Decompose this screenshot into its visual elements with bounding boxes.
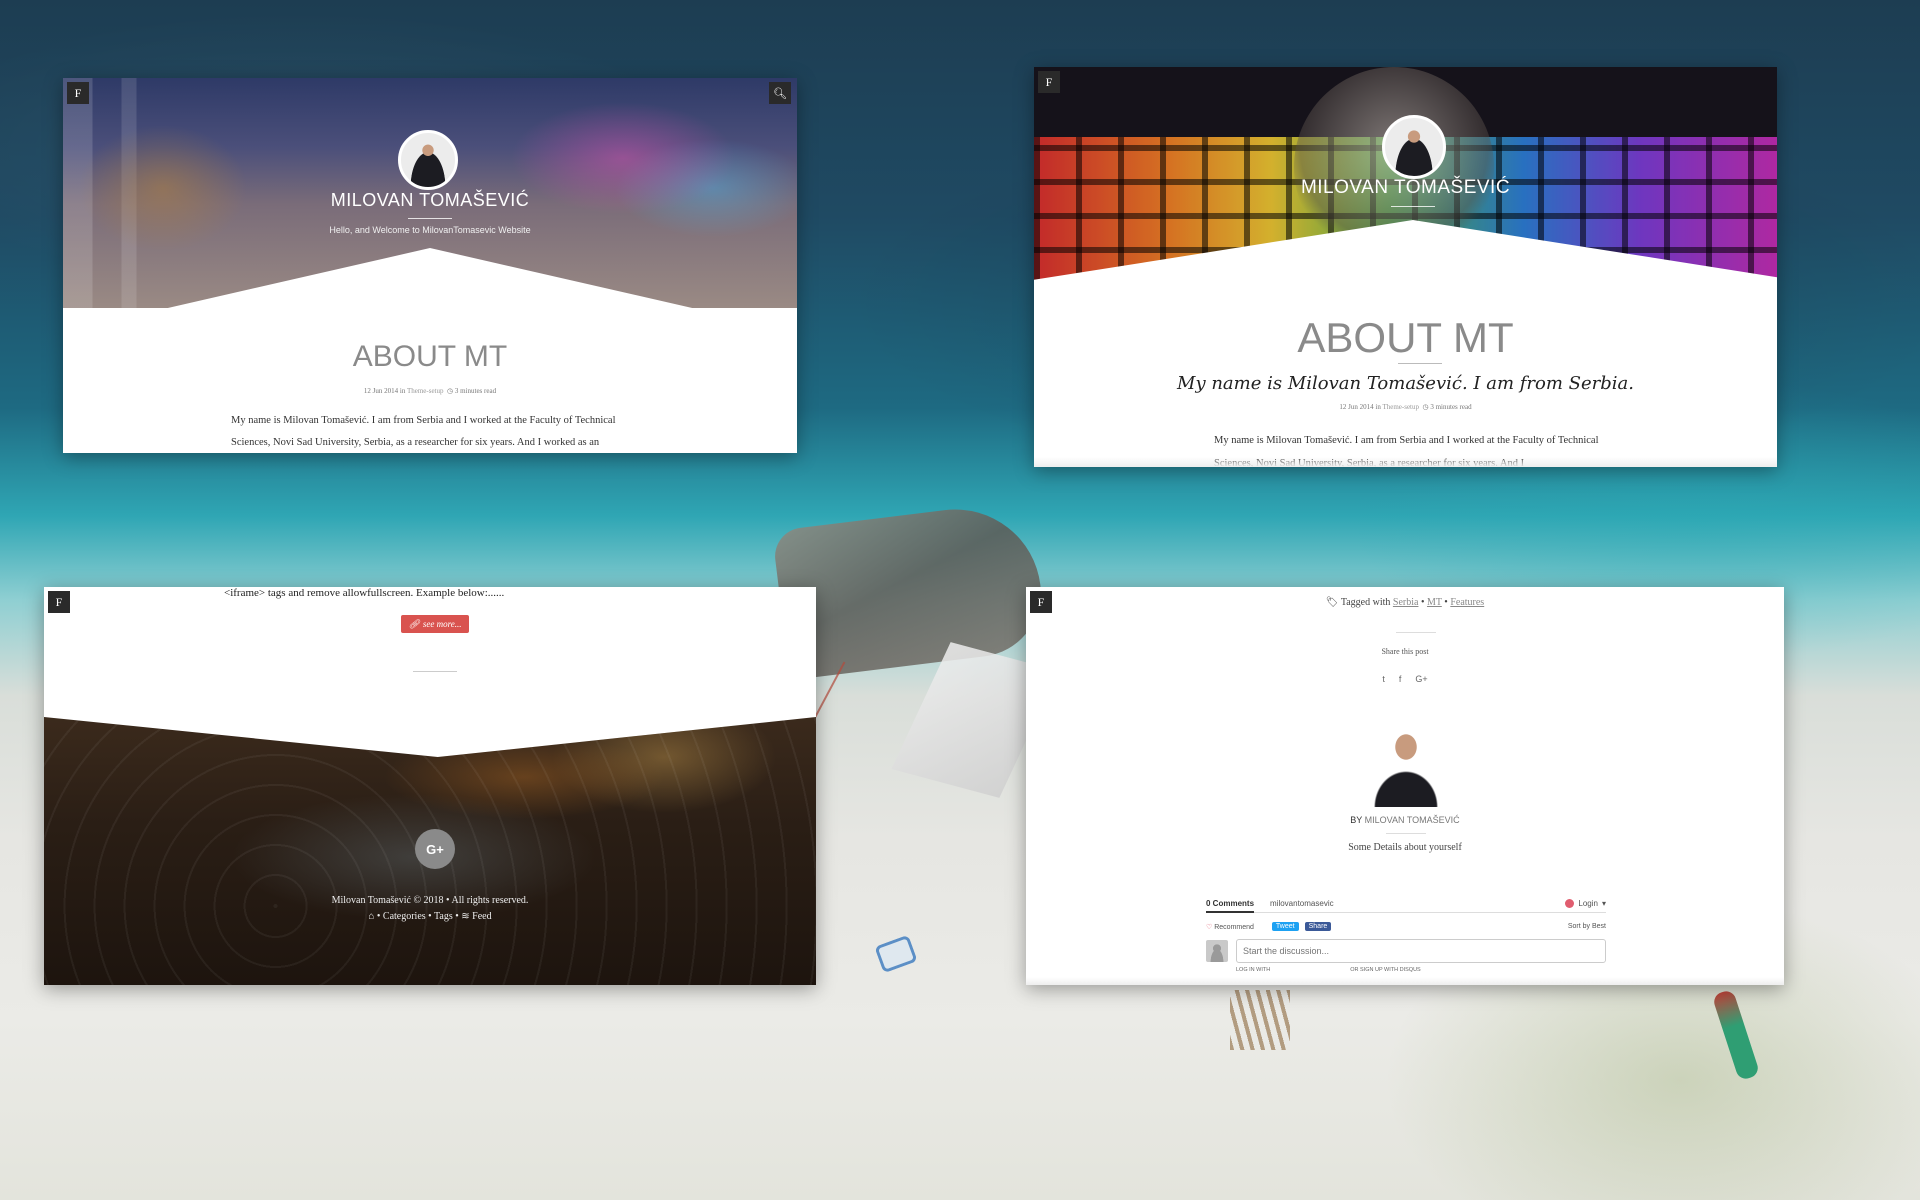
chevron-down-icon: ▾ — [1601, 899, 1606, 908]
comment-input[interactable] — [1236, 939, 1606, 963]
author-photo — [1373, 727, 1439, 807]
tag-features[interactable]: Features — [1450, 597, 1484, 608]
clock-icon: ◷ — [447, 387, 454, 395]
facebook-share-button[interactable]: Share — [1304, 922, 1332, 931]
tag-icon: 🏷︎ — [1325, 597, 1339, 608]
post-subtitle: My name is Milovan Tomašević. I am from … — [1177, 373, 1634, 394]
clock-icon: ◷ — [1422, 403, 1429, 411]
disqus-icon — [1565, 899, 1575, 908]
recommend-label: Recommend — [1214, 923, 1254, 931]
see-more-label: see more... — [422, 619, 462, 629]
site-title[interactable]: MILOVAN TOMAŠEVIĆ — [63, 190, 797, 211]
home-icon[interactable]: ⌂ — [368, 911, 374, 922]
user-avatar-icon — [1206, 940, 1228, 962]
screenshot-about-header: F 🔍︎ MILOVAN TOMAŠEVIĆ Hello, and Welcom… — [63, 78, 797, 453]
separator: • — [1420, 597, 1425, 608]
log-in-with-label: LOG IN WITH — [1236, 967, 1271, 973]
share-label: Share this post — [1381, 647, 1429, 656]
site-subtitle: Hello, and Welcome to MilovanTomasevic W… — [329, 225, 531, 235]
divider — [1386, 833, 1426, 834]
comment-composer — [1206, 939, 1606, 963]
background-logs — [1230, 990, 1290, 1050]
screenshot-post-end: F 🏷︎ Tagged with Serbia • MT • Features … — [1026, 587, 1784, 985]
post-meta: 12 Jun 2014 in Theme-setup ◷ 3 minutes r… — [63, 387, 797, 395]
disqus-site-name[interactable]: milovantomasevic — [1270, 899, 1334, 908]
disqus-comments: 0 Comments milovantomasevic Login ▾ ♡ Re… — [1206, 899, 1606, 973]
post-paragraph: My name is Milovan Tomašević. I am from … — [231, 415, 616, 448]
tags-line: 🏷︎ Tagged with Serbia • MT • Features — [1026, 597, 1784, 608]
separator: • — [455, 911, 459, 922]
login-label: Login — [1578, 899, 1598, 908]
section-divider — [413, 671, 457, 672]
title-divider — [408, 218, 452, 219]
tag-mt[interactable]: MT — [1427, 597, 1442, 608]
avatar — [398, 130, 458, 190]
heart-icon: ♡ — [1206, 923, 1213, 931]
post-date: 12 Jun 2014 in — [363, 387, 406, 395]
f-badge: F — [1030, 591, 1052, 613]
google-plus-icon[interactable]: G+ — [1415, 674, 1427, 684]
separator: • — [376, 911, 381, 922]
f-badge: F — [67, 82, 89, 104]
author-name[interactable]: MILOVAN TOMAŠEVIĆ — [1365, 815, 1460, 825]
read-time: 3 minutes read — [454, 387, 497, 395]
footer-link-tags[interactable]: Tags — [434, 911, 453, 922]
author-byline: BY MILOVAN TOMAŠEVIĆ — [1026, 815, 1784, 825]
footer-link-categories[interactable]: Categories — [383, 911, 426, 922]
site-title[interactable]: MILOVAN TOMAŠEVIĆ — [1034, 177, 1777, 199]
avatar — [1382, 115, 1446, 179]
share-buttons: t f G+ — [1026, 674, 1784, 684]
rss-icon: ≋ — [461, 911, 470, 922]
page-title-divider — [1398, 363, 1442, 364]
disqus-login-options: LOG IN WITH OR SIGN UP WITH DISQUS — [1206, 967, 1606, 973]
sign-up-disqus-link[interactable]: OR SIGN UP WITH DISQUS — [1350, 967, 1421, 973]
comments-count-tab[interactable]: 0 Comments — [1206, 899, 1255, 913]
post-category[interactable]: Theme-setup — [1382, 403, 1419, 411]
by-label: BY — [1350, 815, 1363, 825]
see-more-button[interactable]: 🔗︎ see more... — [401, 615, 469, 633]
copyright-text: Milovan Tomašević © 2018 • All rights re… — [331, 895, 529, 906]
screenshot-footer: F <iframe> tags and remove allowfullscre… — [44, 587, 816, 985]
disqus-header: 0 Comments milovantomasevic Login ▾ — [1206, 899, 1606, 913]
bottom-fade — [1034, 457, 1777, 467]
search-icon[interactable]: 🔍︎ — [769, 82, 791, 104]
post-date: 12 Jun 2014 in — [1339, 403, 1381, 411]
google-plus-button[interactable]: G+ — [415, 829, 455, 869]
page-title: ABOUT MT — [352, 340, 508, 373]
sort-dropdown[interactable]: Sort by Best — [1568, 923, 1606, 930]
facebook-icon[interactable]: f — [1399, 674, 1402, 684]
recommend-button[interactable]: ♡ Recommend — [1206, 923, 1254, 931]
f-badge: F — [48, 591, 70, 613]
screenshot-about-subtitle: F MILOVAN TOMAŠEVIĆ ABOUT MT My name is … — [1034, 67, 1777, 467]
footer-link-feed[interactable]: Feed — [472, 911, 491, 922]
separator: • — [1444, 597, 1448, 608]
twitter-icon[interactable]: t — [1382, 674, 1385, 684]
page-title: ABOUT MT — [1297, 314, 1514, 361]
tweet-button[interactable]: Tweet — [1271, 922, 1299, 931]
footer-links: ⌂ • Categories • Tags • ≋ Feed — [44, 911, 816, 922]
link-icon: 🔗︎ — [408, 618, 420, 629]
divider — [1396, 632, 1436, 633]
author-details: Some Details about yourself — [1348, 842, 1462, 853]
post-category[interactable]: Theme-setup — [407, 387, 444, 395]
read-time: 3 minutes read — [1430, 403, 1472, 411]
post-text: <iframe> tags and remove allowfullscreen… — [224, 587, 505, 599]
f-badge: F — [1038, 71, 1060, 93]
title-divider — [1391, 206, 1435, 207]
post-meta: 12 Jun 2014 in Theme-setup ◷ 3 minutes r… — [1034, 403, 1777, 411]
tag-serbia[interactable]: Serbia — [1393, 597, 1419, 608]
separator: • — [428, 911, 432, 922]
login-button[interactable]: Login ▾ — [1565, 899, 1606, 908]
disqus-actions: ♡ Recommend Tweet Share Sort by Best — [1206, 922, 1606, 931]
bottom-fade — [1026, 977, 1784, 985]
tagged-with-label: Tagged with — [1340, 597, 1391, 608]
